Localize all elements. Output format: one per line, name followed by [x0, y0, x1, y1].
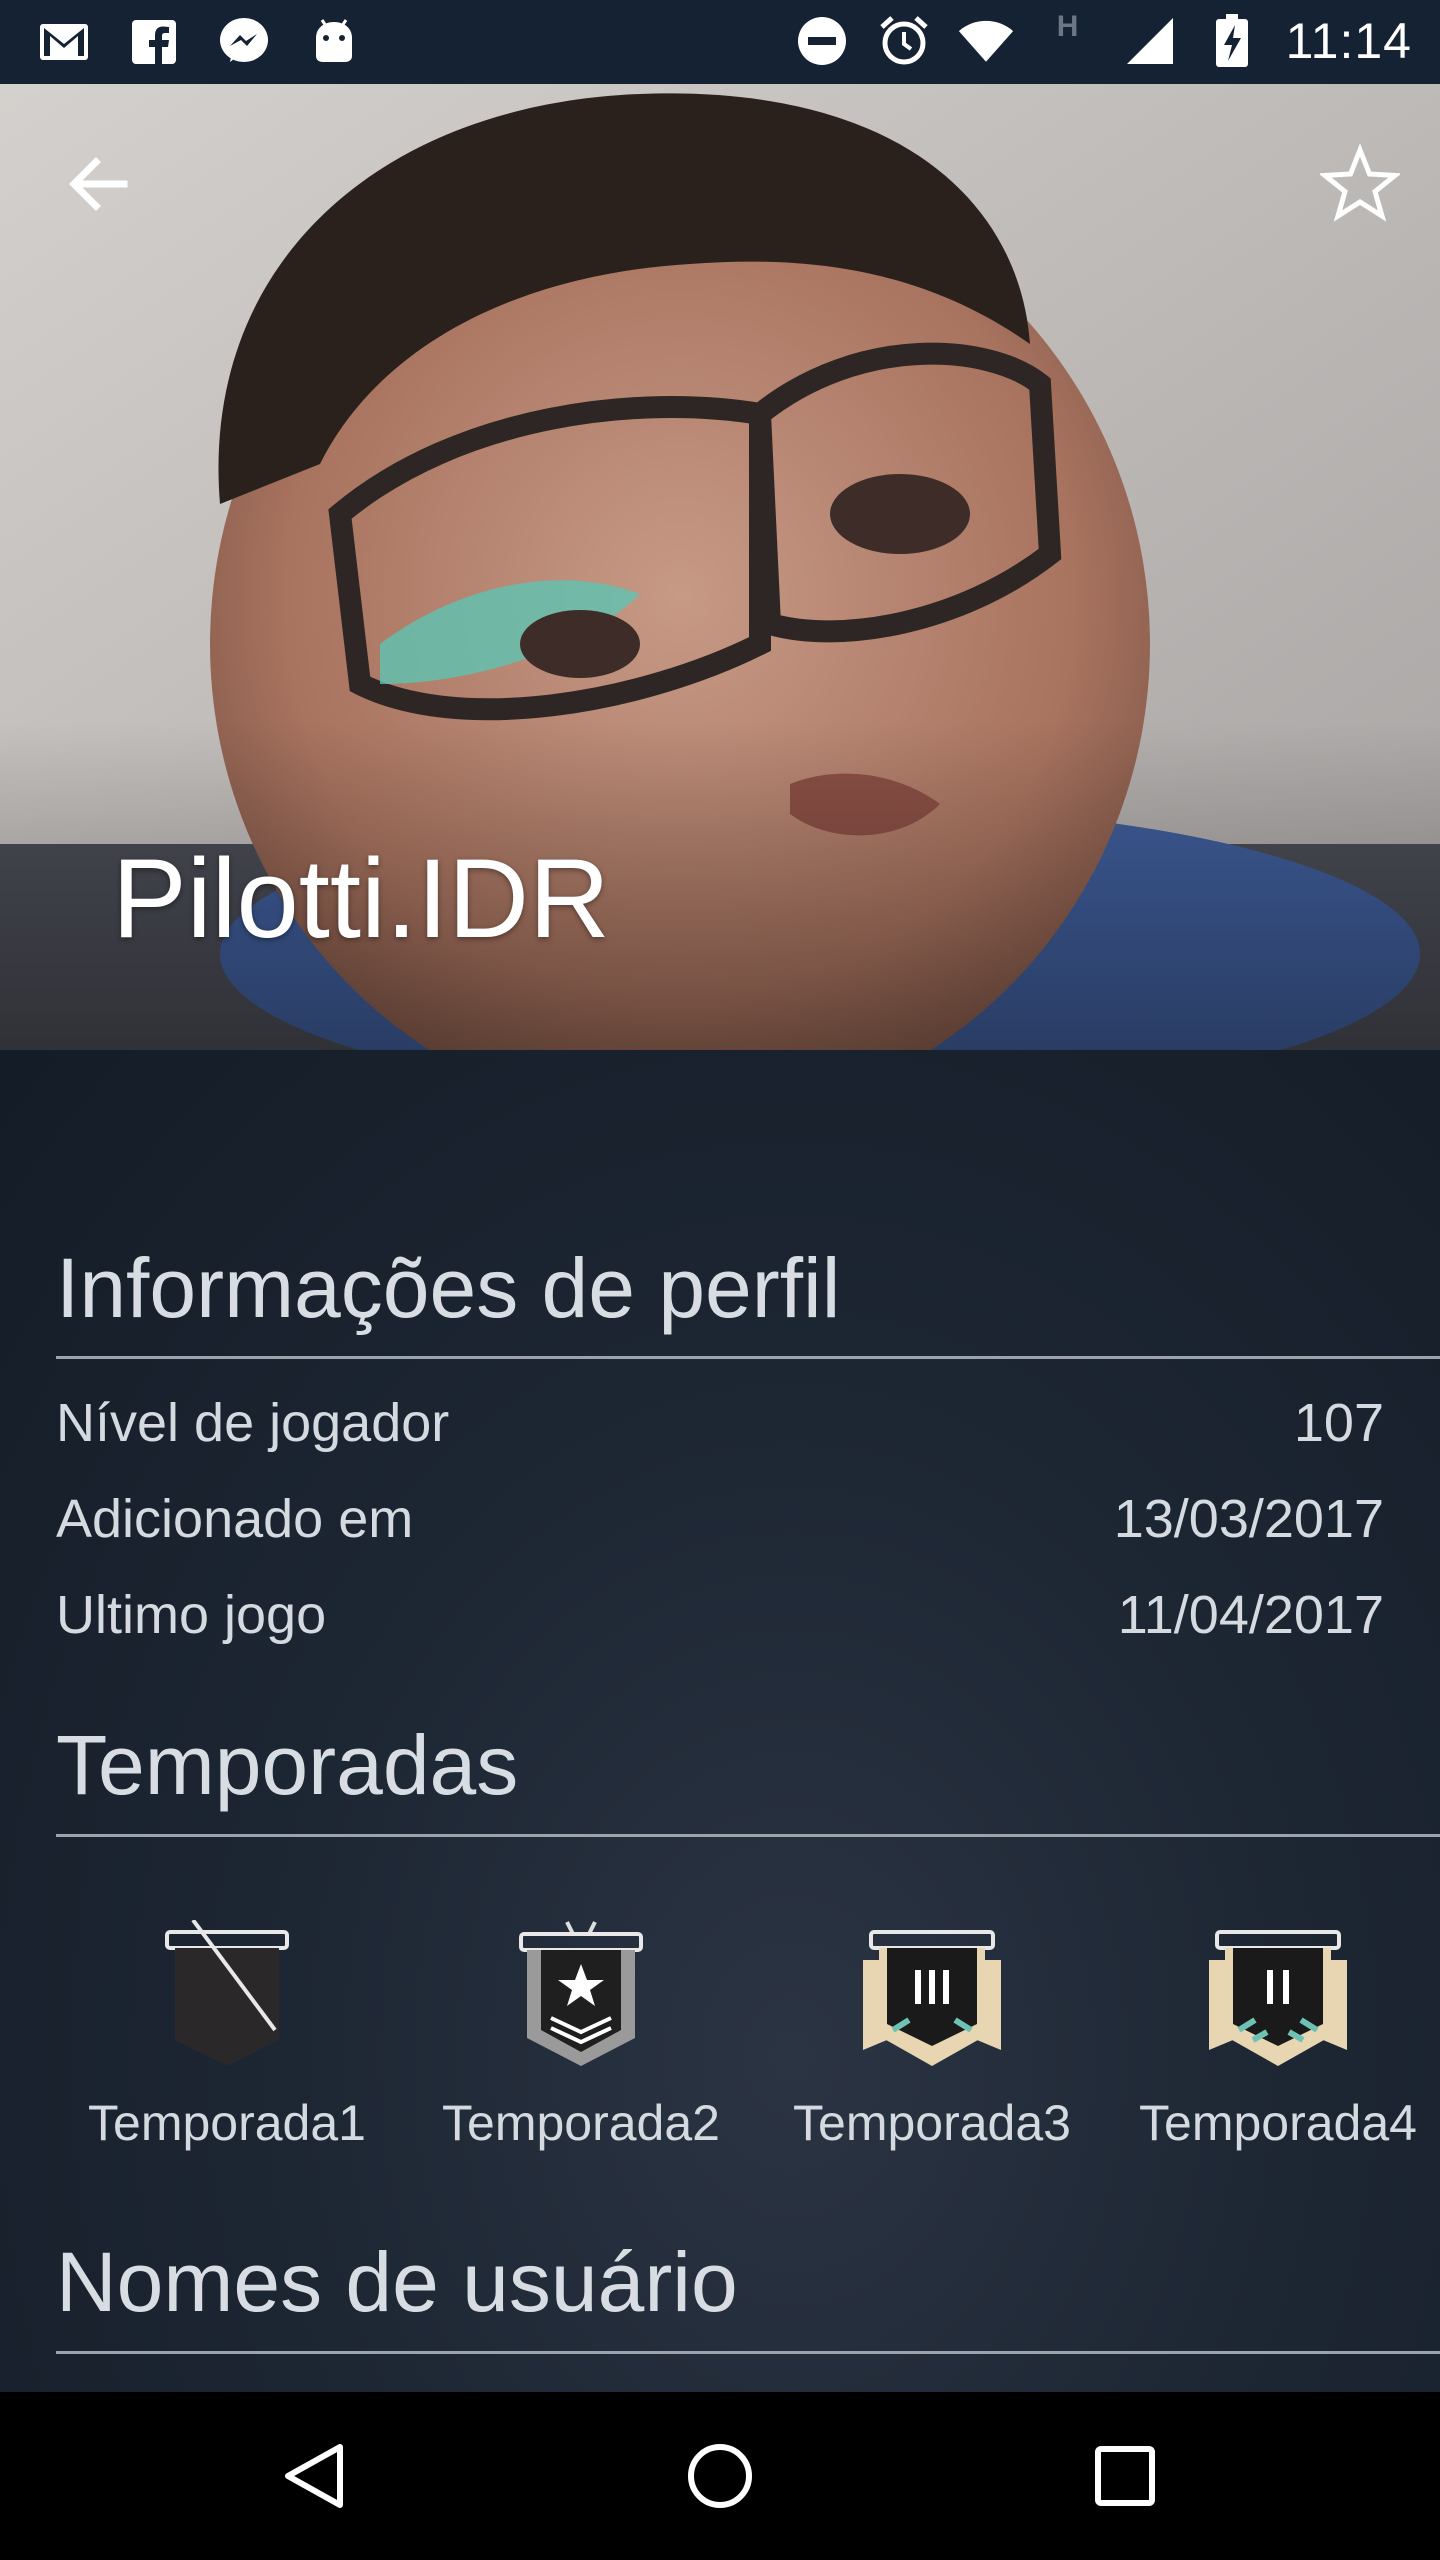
last-game-label: Ultimo jogo	[56, 1585, 327, 1645]
player-level-value: 107	[1293, 1393, 1384, 1453]
alarm-icon	[876, 13, 932, 69]
season-item[interactable]: Temporada4	[1108, 1920, 1440, 2152]
profile-info-title: Informações de perfil	[56, 1241, 841, 1335]
seasons-divider	[56, 1834, 1440, 1837]
navigation-bar	[0, 2392, 1440, 2560]
added-date-label: Adicionado em	[56, 1489, 414, 1549]
season-item[interactable]: Temporada1	[57, 1920, 397, 2152]
season-item[interactable]: Temporada2	[411, 1920, 751, 2152]
nav-home-icon	[688, 2444, 752, 2508]
do-not-disturb-icon	[794, 13, 850, 69]
season-label: Temporada2	[442, 2095, 720, 2151]
android-icon	[306, 14, 362, 70]
added-date-value: 13/03/2017	[1113, 1489, 1384, 1549]
messenger-icon	[216, 14, 272, 70]
notification-icons	[36, 14, 362, 70]
seasons-title: Temporadas	[56, 1718, 519, 1812]
network-type-label: H	[1056, 10, 1079, 43]
silver-star-badge-icon	[519, 1921, 643, 2066]
profile-content: Informações de perfil Nível de jogador 1…	[0, 1050, 1440, 2392]
arrow-back-icon	[69, 157, 128, 211]
season-label: Temporada1	[88, 2095, 366, 2151]
usernames-title: Nomes de usuário	[56, 2235, 738, 2329]
star-outline-icon	[1318, 143, 1402, 222]
facebook-icon	[126, 14, 182, 70]
profile-name: Pilotti.IDR	[112, 836, 610, 961]
season-label: Temporada4	[1139, 2095, 1417, 2151]
unranked-badge-icon	[165, 1920, 289, 2066]
season-item[interactable]: Temporada3	[762, 1920, 1102, 2152]
clock: 11:14	[1285, 13, 1412, 69]
battery-charging-icon	[1204, 13, 1260, 69]
wifi-icon	[958, 13, 1014, 69]
signal-icon	[1122, 13, 1178, 69]
favorite-button[interactable]	[1318, 143, 1402, 224]
profile-info-divider	[56, 1356, 1440, 1359]
season-label: Temporada3	[793, 2095, 1071, 2151]
back-button[interactable]	[58, 144, 138, 224]
nav-recents-button[interactable]	[1075, 2426, 1175, 2526]
nav-home-button[interactable]	[670, 2426, 770, 2526]
nav-back-button[interactable]	[265, 2426, 365, 2526]
gmail-icon	[36, 14, 92, 70]
player-level-label: Nível de jogador	[56, 1393, 450, 1453]
status-bar: H 11:14	[0, 0, 1440, 84]
system-icons: H 11:14	[794, 10, 1412, 70]
usernames-divider	[56, 2351, 1440, 2354]
gold-II-badge-icon	[1209, 1930, 1347, 2066]
h-network-icon: H	[1040, 10, 1096, 69]
nav-back-icon	[285, 2444, 343, 2508]
nav-recents-icon	[1095, 2446, 1155, 2506]
profile-header: Pilotti.IDR	[0, 84, 1440, 1050]
gold-III-badge-icon	[863, 1930, 1001, 2066]
last-game-value: 11/04/2017	[1117, 1585, 1384, 1645]
